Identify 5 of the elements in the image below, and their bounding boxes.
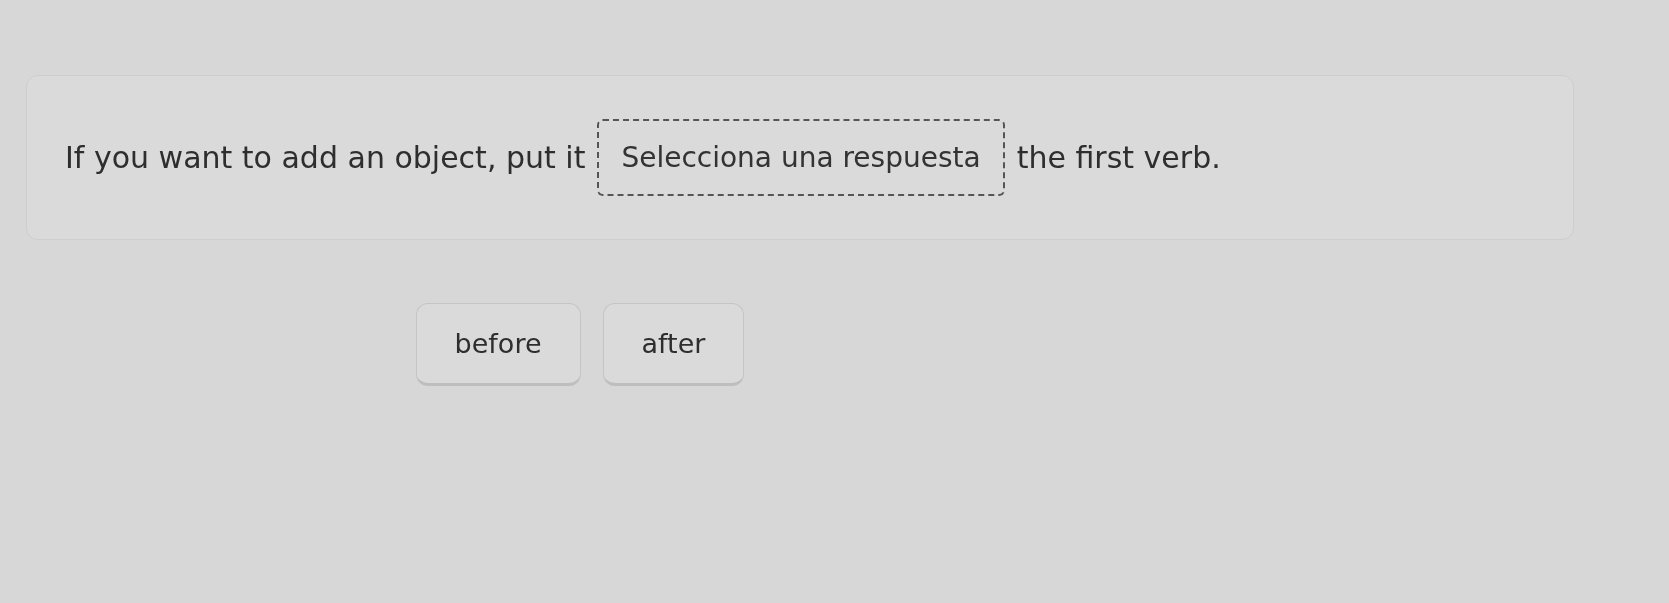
answer-drop-zone[interactable]: Selecciona una respuesta [597, 119, 1005, 196]
sentence-text: the first verb. [1016, 140, 1221, 175]
answer-option[interactable]: after [602, 303, 745, 386]
answer-option[interactable]: before [415, 303, 581, 386]
sentence-text: If you want to add an object, put it [65, 140, 586, 175]
